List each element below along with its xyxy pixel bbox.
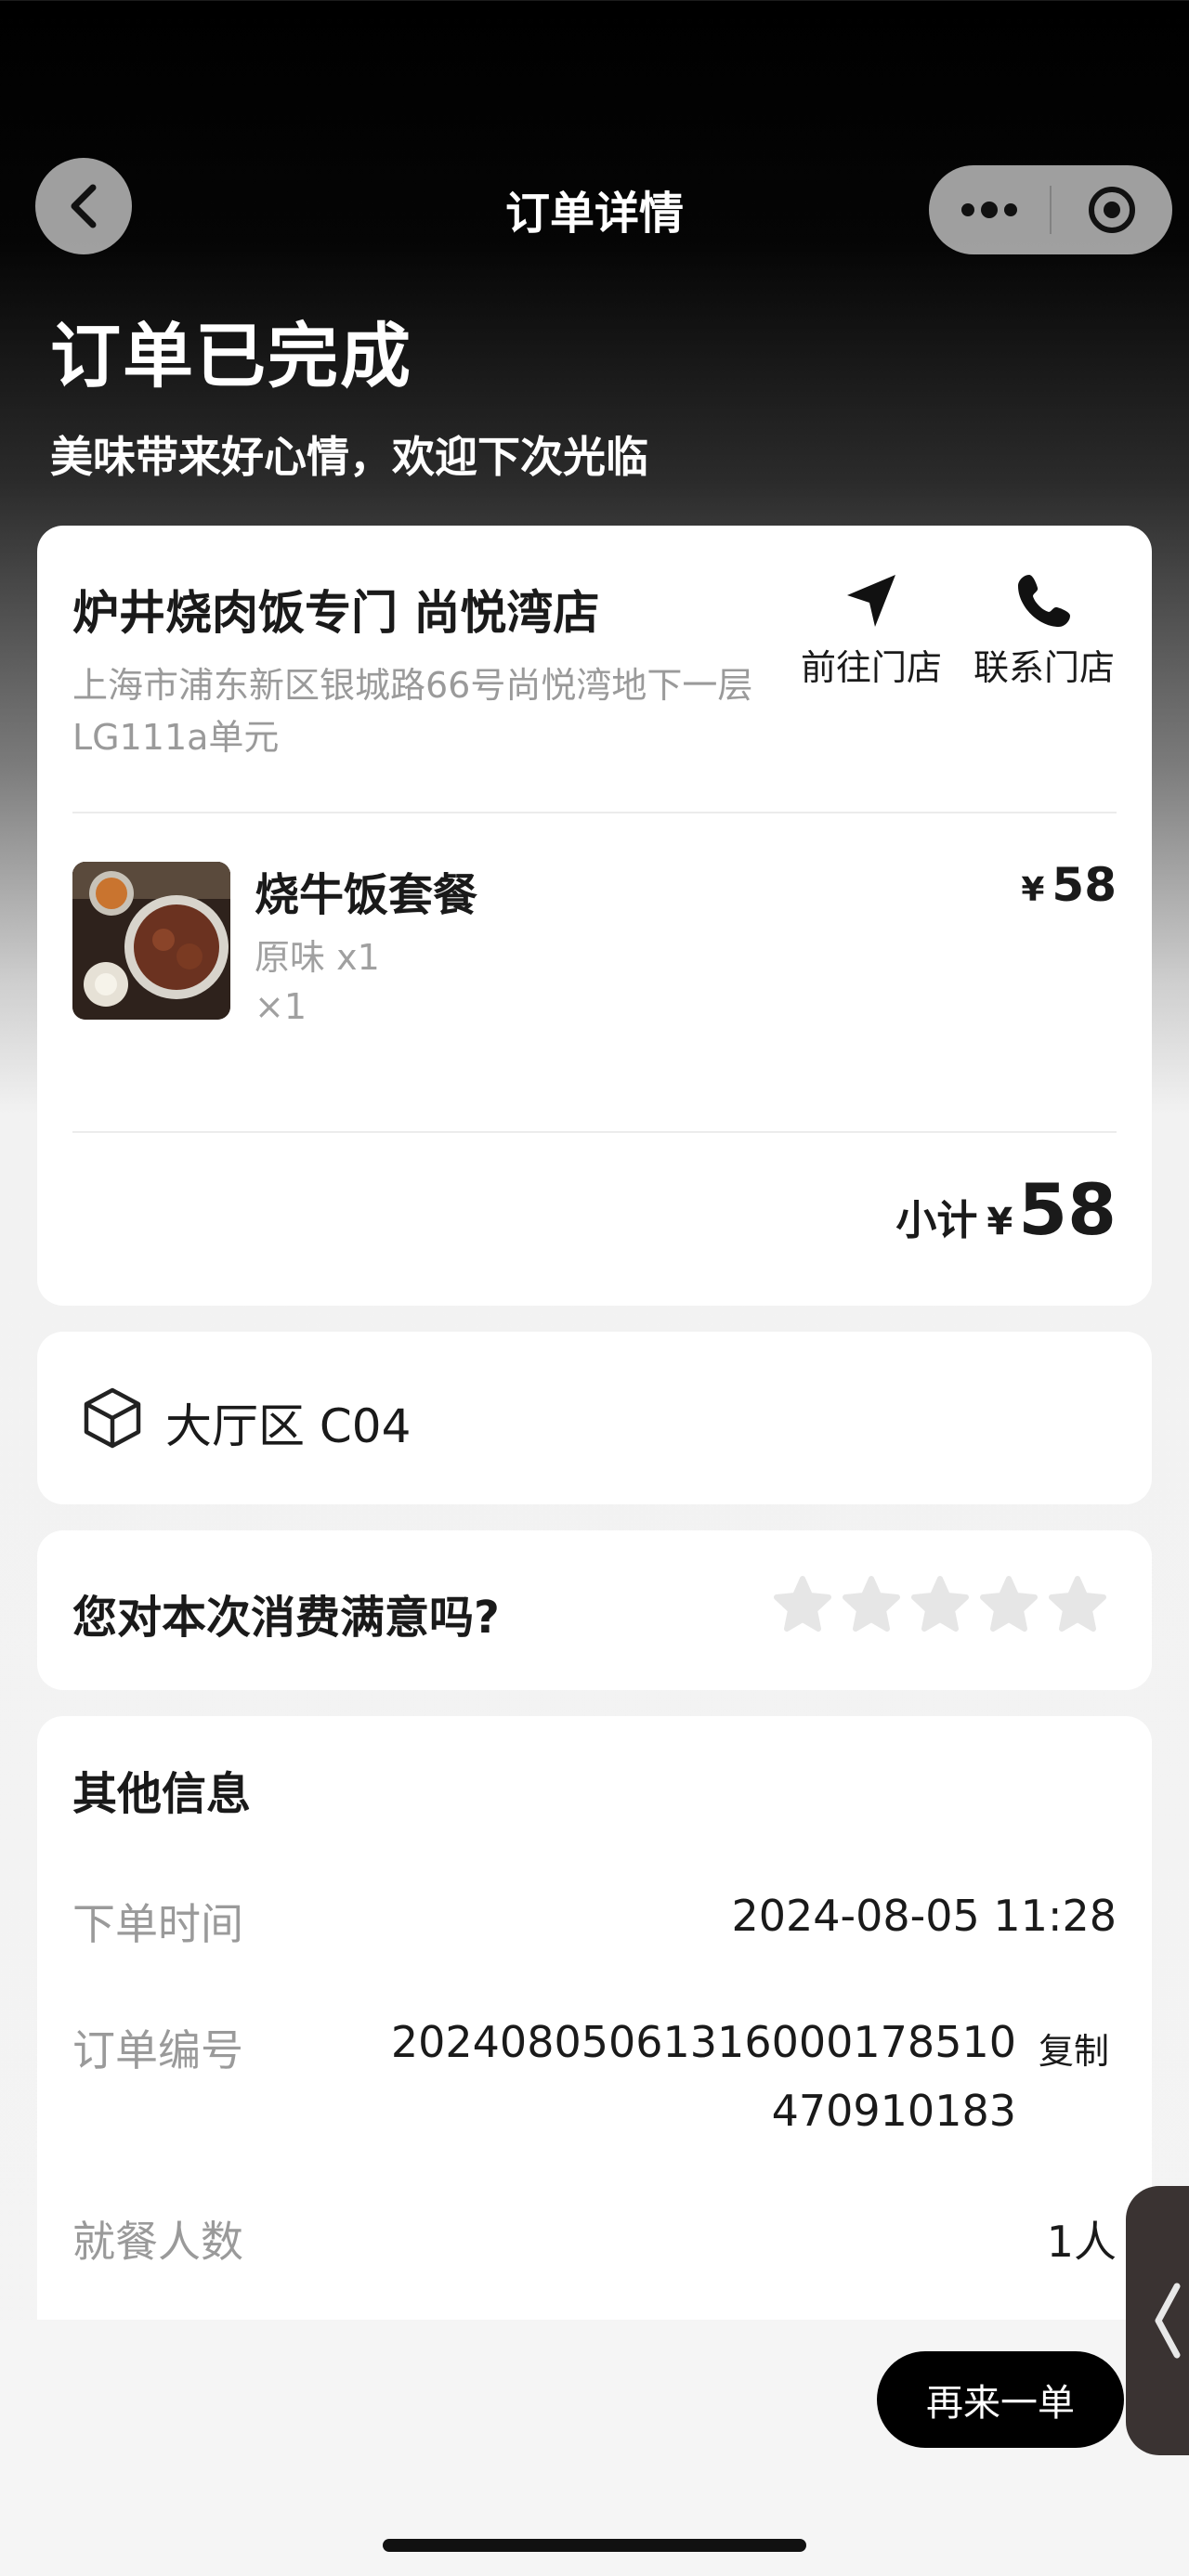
subtotal-amount: 58 bbox=[1018, 1168, 1117, 1251]
target-circle-icon bbox=[1089, 187, 1135, 233]
close-mini-program-button[interactable] bbox=[1052, 165, 1172, 254]
order-status-title: 订单已完成 bbox=[50, 315, 412, 397]
phone-icon bbox=[1018, 575, 1070, 627]
cube-icon bbox=[80, 1386, 145, 1451]
star-icon[interactable] bbox=[773, 1575, 832, 1634]
item-spec: 原味 x1 bbox=[255, 937, 380, 978]
home-indicator bbox=[383, 2539, 806, 2552]
dish-image bbox=[72, 862, 230, 1020]
other-info-title: 其他信息 bbox=[72, 1768, 252, 1820]
star-icon[interactable] bbox=[1048, 1575, 1107, 1634]
side-drawer-tab[interactable] bbox=[1126, 2186, 1189, 2455]
item-price: ¥58 bbox=[1021, 858, 1117, 912]
order-time-value: 2024-08-05 11:28 bbox=[731, 1891, 1117, 1941]
more-dots-icon bbox=[961, 202, 1017, 218]
star-rating[interactable] bbox=[773, 1575, 1107, 1634]
chevron-left-icon bbox=[1155, 2283, 1181, 2359]
star-icon[interactable] bbox=[979, 1575, 1039, 1634]
contact-store-label: 联系门店 bbox=[973, 647, 1115, 688]
item-name: 烧牛饭套餐 bbox=[255, 869, 478, 921]
order-number-line1: 20240805061316000178510 bbox=[390, 2017, 1016, 2067]
star-icon[interactable] bbox=[842, 1575, 901, 1634]
order-number-line2: 470910183 bbox=[771, 2086, 1016, 2136]
mini-program-capsule bbox=[929, 165, 1172, 254]
order-number-label: 订单编号 bbox=[72, 2025, 243, 2075]
contact-store-button[interactable]: 联系门店 bbox=[960, 563, 1128, 690]
currency-symbol: ¥ bbox=[1021, 871, 1045, 909]
store-name: 炉井烧肉饭专门 尚悦湾店 bbox=[72, 586, 600, 640]
divider bbox=[72, 812, 1117, 813]
currency-symbol: ¥ bbox=[986, 1201, 1013, 1243]
more-button[interactable] bbox=[929, 165, 1050, 254]
star-icon[interactable] bbox=[910, 1575, 970, 1634]
table-number: 大厅区 C04 bbox=[165, 1399, 412, 1453]
store-address: 上海市浦东新区银城路66号尚悦湾地下一层LG111a单元 bbox=[72, 665, 753, 758]
reorder-button[interactable]: 再来一单 bbox=[877, 2351, 1124, 2448]
order-status-subtitle: 美味带来好心情，欢迎下次光临 bbox=[50, 432, 648, 482]
diners-label: 就餐人数 bbox=[72, 2217, 243, 2267]
go-to-store-label: 前往门店 bbox=[800, 647, 942, 688]
subtotal: 小计 ¥ 58 bbox=[895, 1168, 1117, 1251]
divider bbox=[72, 1131, 1117, 1133]
go-to-store-button[interactable]: 前往门店 bbox=[788, 563, 955, 690]
copy-order-number-button[interactable]: 复制 bbox=[1039, 2023, 1109, 2074]
navigation-arrow-icon bbox=[847, 575, 895, 627]
rating-question: 您对本次消费满意吗? bbox=[72, 1592, 500, 1644]
subtotal-label: 小计 bbox=[895, 1197, 978, 1244]
item-quantity: ×1 bbox=[255, 986, 307, 1027]
item-price-amount: 58 bbox=[1052, 858, 1117, 912]
diners-value: 1人 bbox=[1046, 2217, 1117, 2267]
order-time-label: 下单时间 bbox=[72, 1899, 243, 1949]
